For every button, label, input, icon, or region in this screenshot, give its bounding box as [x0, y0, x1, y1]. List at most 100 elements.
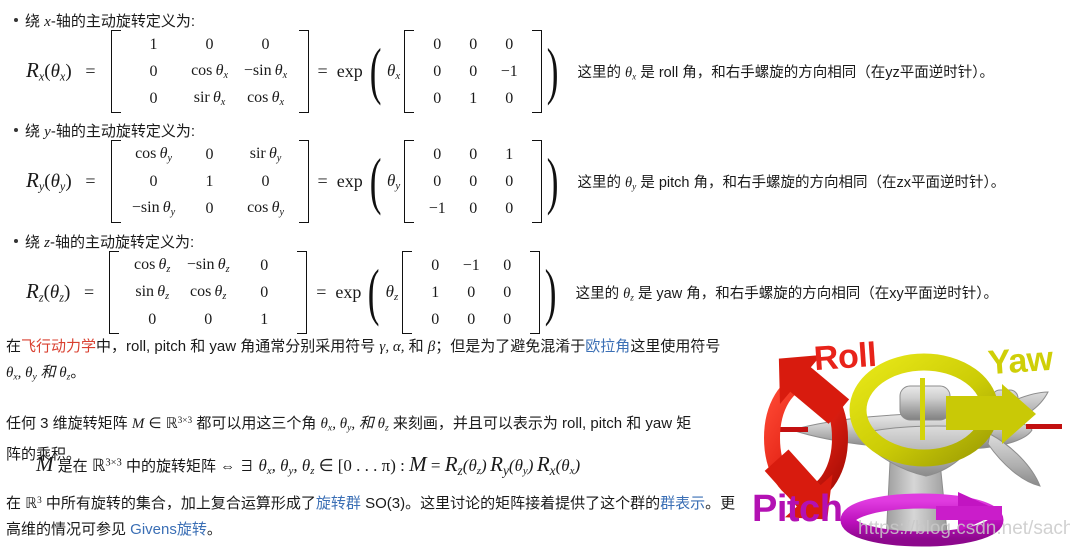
paren-close: ) [546, 145, 559, 217]
matrix-cell: sir θx [193, 89, 226, 108]
matrix-cell: 0 [433, 35, 442, 53]
p3-interval: ∈ [0 . . . π) : [314, 456, 410, 475]
matrix-cell: 0 [149, 172, 158, 190]
equation-rx-note: 这里的 θx 是 roll 角，和右手螺旋的方向相同（在yz平面逆时针）。 [577, 64, 994, 83]
p2-theta-list: θx, θy, 和 θz [320, 415, 389, 434]
matrix-cell: 0 [260, 256, 269, 274]
matrix-cell: 0 [467, 283, 476, 301]
matrix-cell: 0 [503, 283, 512, 301]
matrix-cell: −sin θz [186, 256, 230, 275]
matrix-cell: cos θy [247, 199, 285, 218]
matrix-cell: 0 [260, 283, 269, 301]
matrix-cell: cos θz [190, 283, 227, 302]
p1-text-b: 中，roll, pitch 和 yaw 角通常分别采用符号 [96, 338, 380, 355]
equation-rx: Rx(θx) = 1 0 0 0 cos θx −sin θx 0 sir θx cos θ… [26, 30, 994, 113]
bullet-item-y: 绕 y-轴的主动旋转定义为: [14, 120, 195, 141]
matrix-cell: 0 [205, 35, 214, 53]
ry-matrix: cos θy 0 sir θy 0 1 0 −sin θy 0 cos θy [110, 140, 309, 223]
p2-matrix-symbol: M [131, 415, 145, 432]
matrix-bracket-right [297, 251, 308, 334]
p3-thetas: θx, θy, θz [258, 456, 315, 478]
matrix-cell: 0 [433, 62, 442, 80]
link-euler-angles[interactable]: 欧拉角 [585, 338, 630, 355]
bullet-dot-icon [14, 239, 18, 243]
matrix-bracket-left [110, 30, 121, 113]
matrix-cell: 0 [261, 35, 270, 53]
matrix-cell: 0 [261, 172, 270, 190]
bullet-prefix: 绕 [25, 13, 45, 30]
p3-rx-arg: (θx) [555, 456, 581, 478]
matrix-cell: 1 [431, 283, 440, 301]
matrix-cell: −1 [500, 62, 518, 80]
equation-rz-note: 这里的 θz 是 yaw 角，和右手螺旋的方向相同（在xy平面逆时针）。 [575, 285, 998, 304]
exp-label: exp [336, 171, 363, 191]
p1-text-a: 在 [6, 338, 22, 355]
matrix-cell: sin θz [135, 283, 170, 302]
matrix-cell: 1 [205, 172, 214, 190]
matrix-cell: cos θz [134, 256, 171, 275]
matrix-bracket-left [404, 30, 415, 113]
matrix-cell: 0 [503, 310, 512, 328]
paren-close: ) [545, 256, 557, 328]
paren-close: ) [546, 35, 559, 107]
aircraft-rotation-illustration: Roll Yaw Pitch https://blog.csdn.net/sac… [740, 330, 1070, 554]
matrix-cell: 0 [433, 145, 442, 163]
matrix-cell: 1 [149, 35, 158, 53]
exp-theta: θz [385, 281, 399, 304]
label-yaw: Yaw [986, 339, 1054, 383]
matrix-bracket-left [109, 251, 120, 334]
bullet-text-y: 绕 y-轴的主动旋转定义为: [25, 120, 195, 141]
equation-rx-lhs: Rx(θx) = [26, 58, 96, 84]
p3-rz-arg: (θz) [462, 456, 487, 478]
p3-rx: Rx [536, 452, 556, 478]
p1-text-d: ；但是为了避免混淆于 [435, 338, 586, 355]
matrix-cell: 0 [433, 89, 442, 107]
matrix-cell: 0 [433, 172, 442, 190]
bullet-text-z: 绕 z-轴的主动旋转定义为: [25, 231, 194, 252]
bullet-axis: x [44, 14, 51, 30]
exp-theta: θy [387, 170, 401, 193]
exp-label: exp [336, 61, 363, 81]
p4-line2-b: 。 [206, 520, 222, 538]
p2-reals: ℝ3×3 [165, 415, 193, 432]
equation-rotation-decomposition: M 是在 ℝ3×3 中的旋转矩阵 ⇔ ∃ θx, θy, θz ∈ [0 . .… [36, 452, 580, 479]
paragraph-flight-dynamics: 在飞行动力学中，roll, pitch 和 yaw 角通常分别采用符号 γ, α… [6, 334, 776, 391]
bullet-suffix: -轴的主动旋转定义为: [50, 13, 196, 30]
matrix-cell: 0 [505, 89, 514, 107]
matrix-bracket-right [298, 140, 309, 223]
p4-reals: ℝ3 [25, 495, 42, 512]
bullet-dot-icon [14, 128, 18, 132]
p3-reals: ℝ3×3 [91, 456, 122, 475]
label-roll: Roll [812, 335, 878, 379]
p3-matrix-symbol: M [36, 452, 54, 476]
bullet-dot-icon [14, 18, 18, 22]
equation-rz-lhs: Rz(θz) = [26, 279, 95, 305]
link-group-representation[interactable]: 群表示 [660, 495, 705, 512]
p2-text-b: 都可以用这三个角 [192, 414, 321, 432]
matrix-cell: −1 [462, 256, 480, 274]
equation-ry-lhs: Ry(θy) = [26, 168, 96, 194]
link-givens-rotation[interactable]: Givens旋转 [130, 521, 207, 538]
link-rotation-group[interactable]: 旋转群 [316, 495, 361, 512]
bullet-text-x: 绕 x-轴的主动旋转定义为: [25, 10, 195, 31]
matrix-cell: 1 [469, 89, 478, 107]
p1-theta-list: θx, θy 和 θz [6, 365, 71, 383]
p1-symbol-gamma-alpha: γ, α, [379, 339, 405, 355]
p1-text-c: 和 [404, 338, 428, 355]
bullet-item-z: 绕 z-轴的主动旋转定义为: [14, 231, 194, 252]
bullet-prefix: 绕 [25, 234, 45, 251]
matrix-cell: cos θx [191, 62, 229, 81]
matrix-cell: 0 [505, 35, 514, 53]
p1-text-e: 这里使用符号 [630, 338, 721, 355]
bullet-item-x: 绕 x-轴的主动旋转定义为: [14, 10, 195, 31]
link-flight-dynamics[interactable]: 飞行动力学 [21, 338, 96, 355]
matrix-cell: 0 [469, 199, 478, 217]
p3-text-b: 是在 [53, 458, 92, 475]
matrix-cell: 1 [505, 145, 514, 163]
p3-matrix-symbol-2: M [409, 452, 427, 476]
bullet-prefix: 绕 [25, 123, 45, 140]
matrix-bracket-right [532, 140, 543, 223]
rz-matrix: cos θz −sin θz 0 sin θz cos θz 0 0 0 1 [109, 251, 308, 334]
p3-rz: Rz [444, 452, 463, 478]
matrix-cell: 0 [467, 310, 476, 328]
